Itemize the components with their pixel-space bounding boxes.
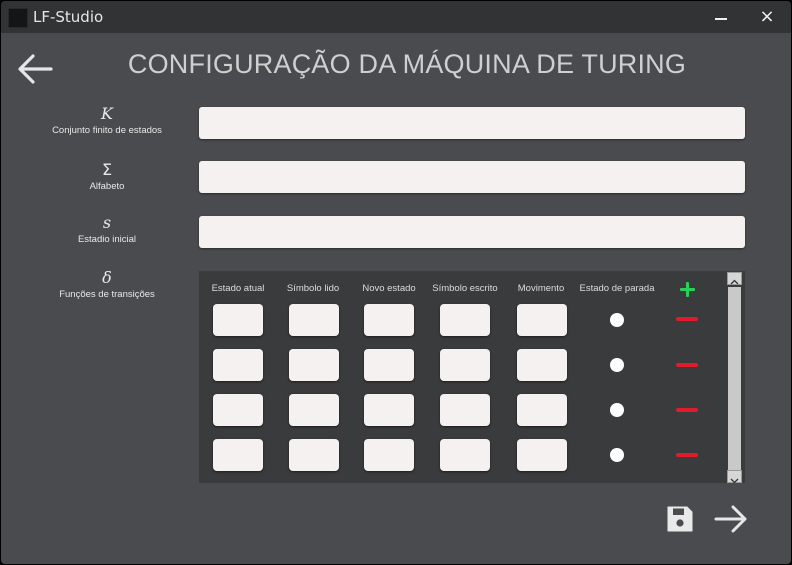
initial-state-symbol: s <box>102 213 112 232</box>
alphabet-caption: Alfabeto <box>89 181 125 192</box>
simbolo-lido-cell[interactable] <box>289 304 339 336</box>
novo-estado-cell[interactable] <box>364 349 414 381</box>
movimento-cell[interactable] <box>517 439 567 471</box>
states-symbol: K <box>101 104 113 123</box>
simbolo-escrito-cell[interactable] <box>440 394 490 426</box>
simbolo-lido-cell[interactable] <box>289 349 339 381</box>
scroll-up-button[interactable] <box>727 272 742 285</box>
halt-state-radio[interactable] <box>610 313 624 327</box>
estado-atual-cell[interactable] <box>213 439 263 471</box>
transitions-symbol: δ <box>102 268 112 287</box>
halt-state-radio[interactable] <box>610 358 624 372</box>
simbolo-lido-cell[interactable] <box>289 394 339 426</box>
save-button[interactable] <box>665 504 695 534</box>
close-button[interactable]: × <box>753 4 781 30</box>
add-transition-button[interactable] <box>679 281 697 299</box>
app-window: LF-Studio × CONFIGURAÇÃO DA MÁQUINA DE T… <box>1 1 791 564</box>
remove-transition-button[interactable] <box>676 363 698 367</box>
initial-state-input[interactable] <box>199 216 745 248</box>
initial-state-caption: Estadio inicial <box>77 234 137 245</box>
halt-state-radio[interactable] <box>610 403 624 417</box>
simbolo-escrito-cell[interactable] <box>440 349 490 381</box>
alphabet-label: Σ Alfabeto <box>29 160 185 193</box>
novo-estado-cell[interactable] <box>364 439 414 471</box>
estado-atual-cell[interactable] <box>213 304 263 336</box>
floppy-disk-icon <box>667 506 693 532</box>
transitions-caption: Funções de transições <box>59 289 155 300</box>
remove-transition-button[interactable] <box>676 317 698 321</box>
initial-state-label: s Estadio inicial <box>29 213 185 246</box>
states-caption: Conjunto finito de estados <box>52 125 162 136</box>
transitions-label: δ Funções de transições <box>29 268 185 301</box>
halt-state-radio[interactable] <box>610 448 624 462</box>
window-title: LF-Studio <box>33 8 104 26</box>
simbolo-escrito-cell[interactable] <box>440 304 490 336</box>
alphabet-symbol: Σ <box>101 160 113 179</box>
column-header-estado-de-parada: Estado de parada <box>579 283 655 294</box>
movimento-cell[interactable] <box>517 349 567 381</box>
movimento-cell[interactable] <box>517 394 567 426</box>
transitions-table: Estado atual Símbolo lido Novo estado Sí… <box>199 271 745 483</box>
states-label: K Conjunto finito de estados <box>29 104 185 137</box>
arrow-right-icon <box>714 505 747 533</box>
page-title: CONFIGURAÇÃO DA MÁQUINA DE TURING <box>127 49 687 79</box>
remove-transition-button[interactable] <box>676 453 698 457</box>
estado-atual-cell[interactable] <box>213 394 263 426</box>
next-button[interactable] <box>713 503 749 535</box>
chevron-down-icon <box>730 478 739 483</box>
scroll-down-button[interactable] <box>727 470 742 483</box>
estado-atual-cell[interactable] <box>213 349 263 381</box>
states-input[interactable] <box>199 107 745 139</box>
title-bar: LF-Studio × <box>1 1 791 33</box>
remove-transition-button[interactable] <box>676 408 698 412</box>
app-icon <box>8 8 28 28</box>
minimize-button[interactable] <box>707 4 735 30</box>
novo-estado-cell[interactable] <box>364 394 414 426</box>
scrollbar-thumb[interactable] <box>728 287 741 470</box>
alphabet-input[interactable] <box>199 161 745 193</box>
simbolo-lido-cell[interactable] <box>289 439 339 471</box>
vertical-scrollbar[interactable] <box>725 271 743 483</box>
simbolo-escrito-cell[interactable] <box>440 439 490 471</box>
movimento-cell[interactable] <box>517 304 567 336</box>
novo-estado-cell[interactable] <box>364 304 414 336</box>
